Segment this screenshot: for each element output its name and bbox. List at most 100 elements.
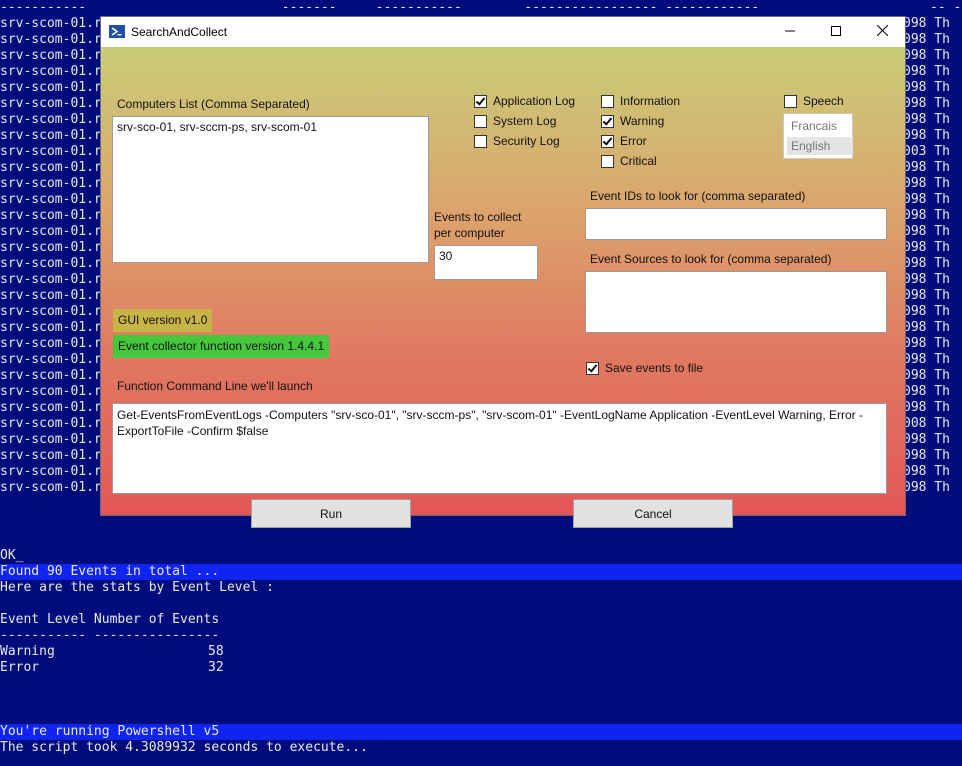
console-line-left: srv-scom-01.r [0,432,102,447]
console-line-right: 098 Th [903,432,950,447]
console-line-right: 098 Th [903,224,950,239]
maximize-icon [831,23,841,41]
console-line-left: srv-scom-01.r [0,128,102,143]
console-line-right: 098 Th [903,112,950,127]
console-line-right: 098 Th [903,128,950,143]
console-ok-text: OK_ [0,548,24,563]
console-line-left: srv-scom-01.r [0,240,102,255]
speech-checkbox[interactable]: Speech [784,94,844,108]
console-line-left: srv-scom-01.r [0,416,102,431]
console-line-left: srv-scom-01.r [0,144,102,159]
console-line-left: srv-scom-01.r [0,336,102,351]
console-line-right: 008 Th [903,416,950,431]
console-line-right: 098 Th [903,32,950,47]
system-log-checkbox[interactable]: System Log [474,114,556,128]
console-line-left: srv-scom-01.r [0,288,102,303]
close-button[interactable] [859,17,905,47]
console-line-left: srv-scom-01.r [0,448,102,463]
critical-label: Critical [620,154,657,168]
system-log-check-icon [474,114,487,128]
console-line-left: srv-scom-01.r [0,32,102,47]
command-line-textbox[interactable]: Get-EventsFromEventLogs -Computers "srv-… [112,403,887,494]
window-title: SearchAndCollect [131,25,228,39]
computers-list-textbox[interactable]: srv-sco-01, srv-sccm-ps, srv-scom-01 [112,116,429,263]
console-table-header: Event Level Number of Events [0,612,220,627]
close-icon [876,23,888,41]
save-events-checkbox[interactable]: Save events to file [586,361,703,375]
console-line-left: srv-scom-01.r [0,320,102,335]
console-line-right: 098 Th [903,160,950,175]
security-log-check-icon [474,134,487,148]
console-found-text: Found 90 Events in total ... [0,564,220,579]
event-ids-input[interactable] [585,208,887,240]
events-to-collect-input[interactable]: 30 [434,245,538,280]
application-log-label: Application Log [493,94,576,108]
console-line-right: 098 Th [903,480,950,495]
information-check-icon [601,94,614,108]
speech-check-icon [784,94,797,108]
minimize-button[interactable] [767,17,813,47]
event-ids-label: Event IDs to look for (comma separated) [590,189,806,203]
security-log-label: Security Log [493,134,560,148]
console-line-right: 003 Th [903,144,950,159]
warning-checkbox[interactable]: Warning [601,114,664,128]
console-line-right: 098 Th [903,208,950,223]
critical-check-icon [601,154,614,168]
security-log-checkbox[interactable]: Security Log [474,134,560,148]
language-listbox[interactable]: Francais English [783,113,853,159]
console-line-right: 098 Th [903,176,950,191]
console-duration-text: The script took 4.3089932 seconds to exe… [0,740,368,755]
console-line-right: 098 Th [903,336,950,351]
window-client-area: Computers List (Comma Separated) srv-sco… [101,47,905,528]
console-line-left: srv-scom-01.r [0,112,102,127]
console-line-left: srv-scom-01.r [0,80,102,95]
console-row-warning-count: 58 [208,644,224,659]
console-line-right: 098 Th [903,288,950,303]
language-option-english[interactable]: English [787,137,853,155]
warning-label: Warning [620,114,665,128]
information-checkbox[interactable]: Information [601,94,680,108]
console-line-right: 098 Th [903,320,950,335]
console-stats-intro: Here are the stats by Event Level : [0,580,274,595]
console-header-rule-right: -- -- [930,0,962,15]
function-version-badge: Event collector function version 1.4.4.1 [113,335,330,358]
error-label: Error [620,134,647,148]
warning-check-icon [601,114,614,128]
console-line-left: srv-scom-01.r [0,256,102,271]
maximize-button[interactable] [813,17,859,47]
console-line-right: 098 Th [903,304,950,319]
command-line-label: Function Command Line we'll launch [117,379,313,393]
console-ps-version-text: You're running Powershell v5 [0,724,220,739]
console-row-error-level: Error [0,660,40,675]
console-row-warning-level: Warning [0,644,55,659]
console-line-right: 098 Th [903,272,950,287]
per-computer-label: per computer [434,226,505,240]
console-line-left: srv-scom-01.r [0,352,102,367]
console-line-left: srv-scom-01.r [0,480,102,495]
title-bar[interactable]: SearchAndCollect [101,17,905,47]
console-line-left: srv-scom-01.r [0,208,102,223]
console-line-right: 098 Th [903,400,950,415]
console-header-rule: ----------- ------- ----------- --------… [0,0,760,15]
console-line-right: 098 Th [903,192,950,207]
save-events-label: Save events to file [605,361,704,375]
console-line-right: 098 Th [903,64,950,79]
console-line-right: 098 Th [903,384,950,399]
search-and-collect-window: SearchAndCollect Computers List (Comma S… [101,17,905,528]
critical-checkbox[interactable]: Critical [601,154,657,168]
console-line-left: srv-scom-01.r [0,64,102,79]
event-sources-input[interactable] [585,271,887,333]
event-sources-label: Event Sources to look for (comma separat… [590,252,832,266]
console-line-right: 098 Th [903,464,950,479]
application-log-check-icon [474,94,487,108]
console-line-left: srv-scom-01.r [0,368,102,383]
application-log-checkbox[interactable]: Application Log [474,94,575,108]
console-line-right: 098 Th [903,96,950,111]
language-option-francais[interactable]: Francais [787,117,853,135]
console-line-right: 098 Th [903,448,950,463]
error-checkbox[interactable]: Error [601,134,647,148]
information-label: Information [620,94,681,108]
cancel-button[interactable]: Cancel [573,499,733,528]
error-check-icon [601,134,614,148]
run-button[interactable]: Run [251,499,411,528]
